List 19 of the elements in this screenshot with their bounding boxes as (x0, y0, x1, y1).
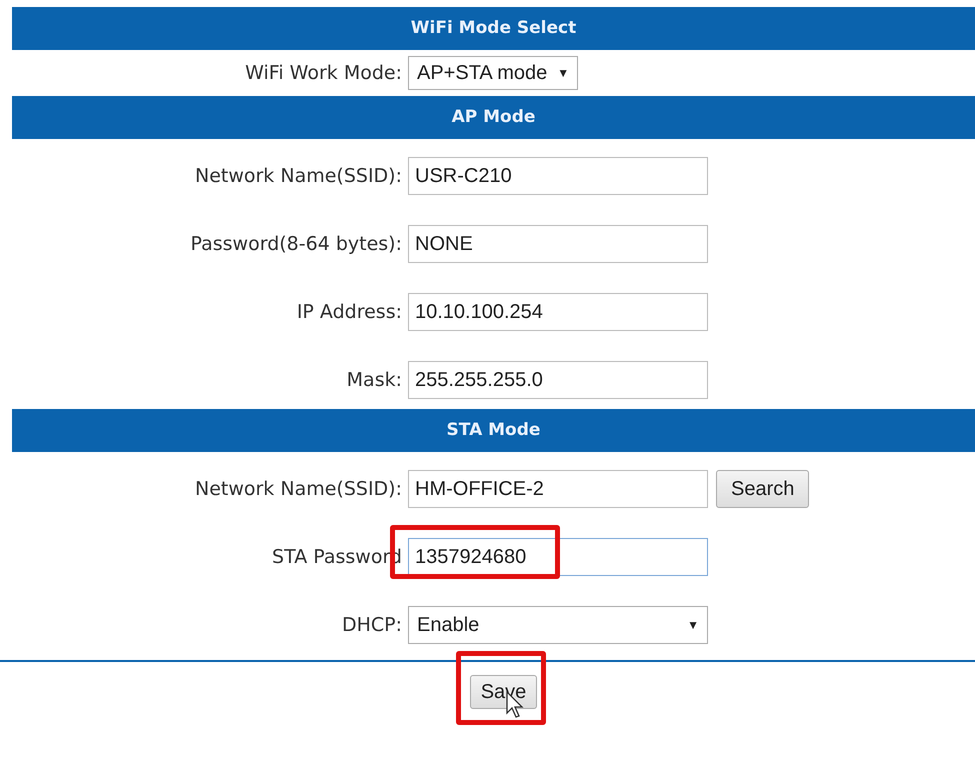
section-header: WiFi Mode Select (12, 7, 975, 50)
field-label: Network Name(SSID): (194, 165, 402, 187)
dropdown[interactable]: AP+STA mode ▼ (408, 56, 578, 90)
section-header: STA Mode (12, 409, 975, 452)
text-field[interactable]: USR-C210 (408, 157, 708, 195)
field-label: Password(8-64 bytes): (190, 233, 402, 255)
text-field[interactable]: 255.255.255.0 (408, 361, 708, 399)
field-label: Mask: (346, 369, 402, 391)
search-button[interactable]: Search (716, 470, 810, 508)
dropdown[interactable]: Enable ▼ (408, 606, 708, 644)
text-field[interactable]: HM-OFFICE-2 (408, 470, 708, 508)
field-label: Network Name(SSID): (194, 478, 402, 500)
field-label: WiFi Work Mode: (244, 62, 402, 84)
text-field[interactable]: 10.10.100.254 (408, 293, 708, 331)
field-label: IP Address: (296, 301, 402, 323)
text-field[interactable]: 1357924680 (408, 538, 708, 576)
section-header: AP Mode (12, 96, 975, 139)
field-label: DHCP: (340, 614, 402, 636)
text-field[interactable]: NONE (408, 225, 708, 263)
